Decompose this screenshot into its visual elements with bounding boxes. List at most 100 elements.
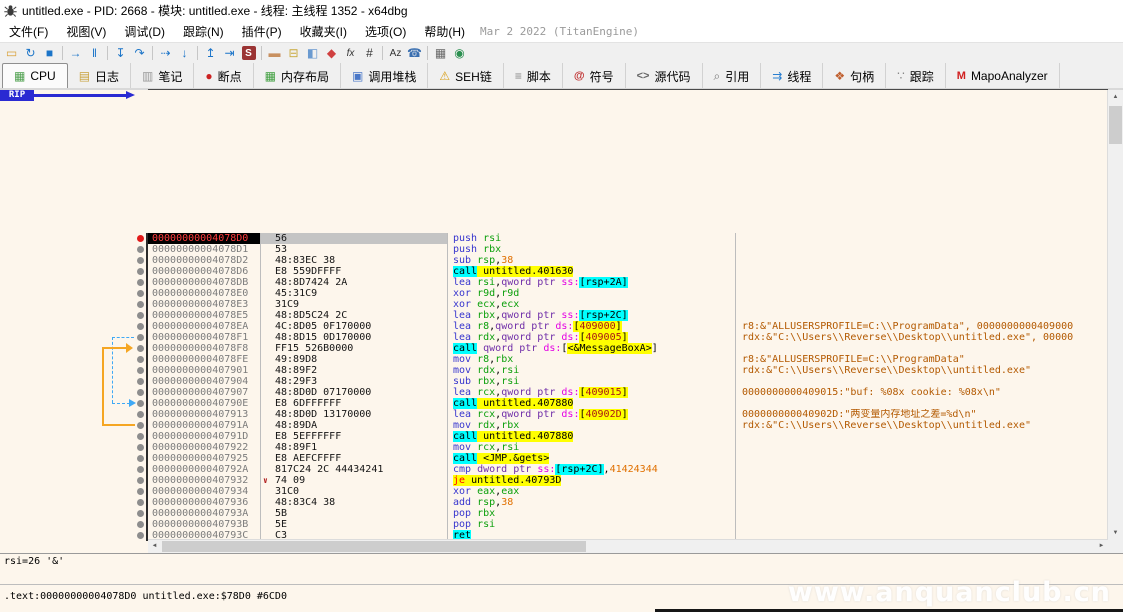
restart-button[interactable]: ↻ bbox=[21, 44, 40, 62]
tab-threads[interactable]: ⇉线程 bbox=[761, 63, 823, 89]
tab-mapoanalyzer[interactable]: MMapoAnalyzer bbox=[946, 63, 1060, 89]
vertical-scrollbar[interactable]: ▲ ▼ bbox=[1107, 90, 1123, 540]
horizontal-scroll-thumb[interactable] bbox=[162, 541, 586, 552]
breakpoint-dot[interactable] bbox=[137, 488, 144, 495]
disasm-row[interactable]: 00000000004078F148:8D15 0D170000lea rdx,… bbox=[0, 332, 1108, 343]
scroll-up-icon[interactable]: ▲ bbox=[1108, 90, 1123, 104]
tab-notes[interactable]: ▥笔记 bbox=[131, 63, 194, 89]
breakpoint-dot[interactable] bbox=[137, 389, 144, 396]
tab-seh[interactable]: ⚠SEH链 bbox=[428, 63, 503, 89]
tab-script[interactable]: ≡脚本 bbox=[504, 63, 563, 89]
globe-button[interactable]: ◉ bbox=[450, 44, 469, 62]
disasm-row[interactable]: 00000000004078D248:83EC 38sub rsp,38 bbox=[0, 255, 1108, 266]
disasm-row[interactable]: 000000000040793B5Epop rsi bbox=[0, 519, 1108, 530]
modules-button[interactable]: ☎ bbox=[405, 44, 424, 62]
tab-trace[interactable]: ∵跟踪 bbox=[886, 63, 946, 89]
breakpoint-dot[interactable] bbox=[137, 367, 144, 374]
menu-item-help[interactable]: 帮助(H) bbox=[415, 20, 474, 43]
hash-button[interactable]: # bbox=[360, 44, 379, 62]
scroll-down-icon[interactable]: ▼ bbox=[1108, 526, 1123, 540]
disasm-row[interactable]: 000000000040790EE8 6DFFFFFFcall untitled… bbox=[0, 398, 1108, 409]
disassembly-view[interactable]: RIP 00000000004078D056push rsi0000000000… bbox=[0, 88, 1123, 553]
go-to-user-button[interactable]: ⇥ bbox=[220, 44, 239, 62]
breakpoint-dot[interactable] bbox=[137, 301, 144, 308]
breakpoint-dot[interactable] bbox=[137, 268, 144, 275]
tab-handles[interactable]: ❖句柄 bbox=[823, 63, 886, 89]
horizontal-scrollbar[interactable]: ◄ ► bbox=[148, 539, 1108, 553]
tab-breakpoints[interactable]: ●断点 bbox=[194, 63, 253, 89]
bookmark-button[interactable]: ◆ bbox=[322, 44, 341, 62]
breakpoint-dot[interactable] bbox=[137, 235, 144, 242]
breakpoint-dot[interactable] bbox=[137, 521, 144, 528]
run-button[interactable]: → bbox=[66, 44, 85, 62]
run-to-user-code-button[interactable]: ⇢ bbox=[156, 44, 175, 62]
disasm-row[interactable]: 00000000004078D056push rsi bbox=[0, 233, 1108, 244]
tab-call-stack[interactable]: ▣调用堆栈 bbox=[341, 63, 428, 89]
step-over-button[interactable]: ↷ bbox=[130, 44, 149, 62]
step-into-button[interactable]: ↧ bbox=[111, 44, 130, 62]
breakpoint-dot[interactable] bbox=[137, 257, 144, 264]
execute-till-return-button[interactable]: ↥ bbox=[201, 44, 220, 62]
disasm-row[interactable]: 00000000004078F8FF15 526B0000call qword … bbox=[0, 343, 1108, 354]
breakpoint-dot[interactable] bbox=[137, 312, 144, 319]
disasm-row[interactable]: 000000000040790748:8D0D 07170000lea rcx,… bbox=[0, 387, 1108, 398]
breakpoint-dot[interactable] bbox=[137, 290, 144, 297]
breakpoint-dot[interactable] bbox=[137, 499, 144, 506]
disasm-row[interactable]: 00000000004078E548:8D5C24 2Clea rbx,qwor… bbox=[0, 310, 1108, 321]
disasm-row[interactable]: 000000000040792A817C24 2C 44434241cmp dw… bbox=[0, 464, 1108, 475]
step-down-button[interactable]: ↓ bbox=[175, 44, 194, 62]
breakpoint-dot[interactable] bbox=[137, 455, 144, 462]
assemble-az-button[interactable]: Az bbox=[386, 44, 405, 62]
disasm-row[interactable]: 00000000004078DB48:8D7424 2Alea rsi,qwor… bbox=[0, 277, 1108, 288]
scroll-right-icon[interactable]: ► bbox=[1095, 540, 1108, 553]
disasm-row[interactable]: 000000000040790148:89F2mov rdx,rsirdx:&"… bbox=[0, 365, 1108, 376]
tab-source[interactable]: <>源代码 bbox=[626, 63, 703, 89]
calculator-button[interactable]: ▦ bbox=[431, 44, 450, 62]
tab-log[interactable]: ▤日志 bbox=[68, 63, 131, 89]
breakpoint-dot[interactable] bbox=[137, 378, 144, 385]
vertical-scroll-thumb[interactable] bbox=[1109, 106, 1122, 144]
disasm-row[interactable]: 000000000040791DE8 5EFFFFFFcall untitled… bbox=[0, 431, 1108, 442]
disasm-row[interactable]: 0000000000407925E8 AEFCFFFFcall <JMP.&ge… bbox=[0, 453, 1108, 464]
breakpoint-dot[interactable] bbox=[137, 323, 144, 330]
disasm-row[interactable]: 00000000004078E045:31C9xor r9d,r9d bbox=[0, 288, 1108, 299]
function-fx-button[interactable]: fx bbox=[341, 44, 360, 62]
menu-item-options[interactable]: 选项(O) bbox=[356, 20, 415, 43]
patch-button[interactable]: ▬ bbox=[265, 44, 284, 62]
breakpoint-dot[interactable] bbox=[137, 345, 144, 352]
scroll-left-icon[interactable]: ◄ bbox=[148, 540, 161, 553]
disasm-row[interactable]: 000000000040790448:29F3sub rbx,rsi bbox=[0, 376, 1108, 387]
disasm-row[interactable]: 000000000040793A5Bpop rbx bbox=[0, 508, 1108, 519]
menu-item-view[interactable]: 视图(V) bbox=[57, 20, 115, 43]
disasm-row[interactable]: 000000000040791A48:89DAmov rdx,rbxrdx:&"… bbox=[0, 420, 1108, 431]
breakpoint-dot[interactable] bbox=[137, 532, 144, 539]
tab-symbols[interactable]: @符号 bbox=[563, 63, 626, 89]
breakpoint-dot[interactable] bbox=[137, 466, 144, 473]
breakpoint-dot[interactable] bbox=[137, 411, 144, 418]
disasm-row[interactable]: 00000000004078D153push rbx bbox=[0, 244, 1108, 255]
tab-cpu[interactable]: ▦CPU bbox=[2, 63, 68, 89]
breakpoint-dot[interactable] bbox=[137, 334, 144, 341]
disasm-row[interactable]: 000000000040792248:89F1mov rcx,rsi bbox=[0, 442, 1108, 453]
label-button[interactable]: ◧ bbox=[303, 44, 322, 62]
disasm-row[interactable]: 00000000004078E331C9xor ecx,ecx bbox=[0, 299, 1108, 310]
disasm-row[interactable]: 000000000040793648:83C4 38add rsp,38 bbox=[0, 497, 1108, 508]
breakpoint-dot[interactable] bbox=[137, 356, 144, 363]
breakpoint-dot[interactable] bbox=[137, 433, 144, 440]
disasm-row[interactable]: 000000000040793431C0xor eax,eax bbox=[0, 486, 1108, 497]
comment-button[interactable]: ⊟ bbox=[284, 44, 303, 62]
menu-item-debug[interactable]: 调试(D) bbox=[115, 20, 174, 43]
breakpoint-dot[interactable] bbox=[137, 422, 144, 429]
breakpoint-dot[interactable] bbox=[137, 444, 144, 451]
disasm-row[interactable]: 00000000004078FE49:89D8mov r8,rbxr8:&"AL… bbox=[0, 354, 1108, 365]
menu-item-plugins[interactable]: 插件(P) bbox=[233, 20, 291, 43]
breakpoint-dot[interactable] bbox=[137, 279, 144, 286]
tab-memory-map[interactable]: ▦内存布局 bbox=[254, 63, 341, 89]
tab-references[interactable]: ⌕引用 bbox=[703, 63, 762, 89]
breakpoint-dot[interactable] bbox=[137, 400, 144, 407]
pause-button[interactable]: ‖ bbox=[85, 44, 104, 62]
menu-item-trace[interactable]: 跟踪(N) bbox=[174, 20, 233, 43]
disasm-row[interactable]: 00000000004078D6E8 559DFFFFcall untitled… bbox=[0, 266, 1108, 277]
breakpoint-dot[interactable] bbox=[137, 246, 144, 253]
close-button[interactable]: ■ bbox=[40, 44, 59, 62]
